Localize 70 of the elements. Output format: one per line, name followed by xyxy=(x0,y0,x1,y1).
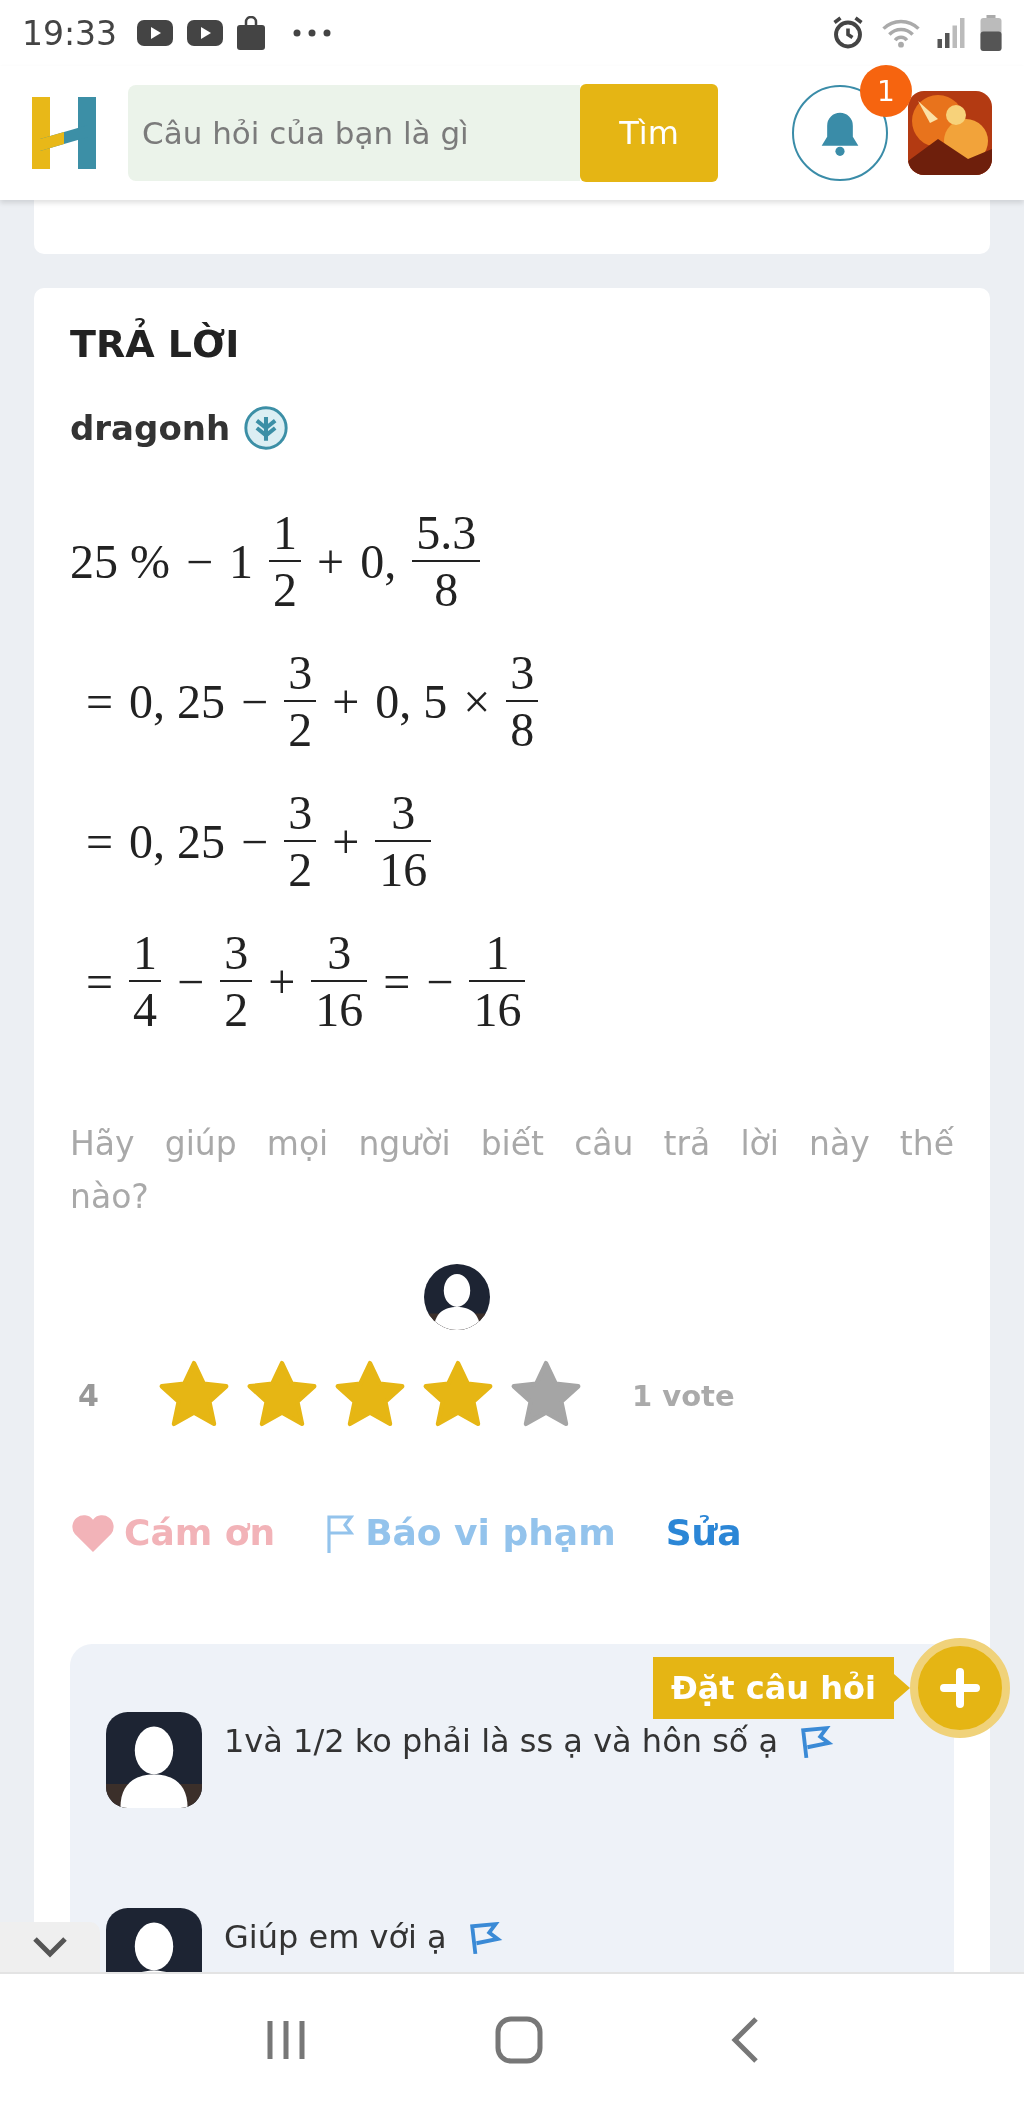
math-term: + xyxy=(332,813,360,869)
notification-badge: 1 xyxy=(860,65,912,117)
numerator: 3 xyxy=(326,924,353,980)
numerator: 3 xyxy=(509,644,536,700)
math-term: = xyxy=(86,813,114,869)
math-term: − xyxy=(426,953,454,1009)
home-icon xyxy=(495,2016,543,2064)
math-term: − xyxy=(241,673,269,729)
vote-count: 1 vote xyxy=(632,1378,735,1413)
more-icon xyxy=(293,29,332,37)
numerator: 3 xyxy=(287,644,314,700)
author-name[interactable]: dragonh xyxy=(70,408,231,448)
math-term: 0, 25 xyxy=(129,813,226,869)
denominator: 16 xyxy=(472,982,523,1038)
denominator: 4 xyxy=(132,982,159,1038)
report-flag-icon[interactable] xyxy=(468,1921,503,1956)
math-term: + xyxy=(332,673,360,729)
math-term: 0, 25 xyxy=(129,673,226,729)
denominator: 8 xyxy=(509,702,536,758)
logo-icon[interactable] xyxy=(32,95,96,171)
search-button[interactable]: Tìm xyxy=(580,84,718,182)
wifi-icon xyxy=(880,17,922,49)
ask-question-button[interactable]: Đặt câu hỏi xyxy=(652,1657,910,1719)
denominator: 2 xyxy=(223,982,250,1038)
math-term: × xyxy=(463,673,491,729)
denominator: 16 xyxy=(378,842,429,898)
rank-badge-icon xyxy=(244,406,289,450)
numerator: 5.3 xyxy=(415,504,478,560)
numerator: 3 xyxy=(390,784,417,840)
math-term: 25 % xyxy=(70,533,170,589)
denominator: 8 xyxy=(433,562,460,618)
math-term: + xyxy=(268,953,296,1009)
numerator: 3 xyxy=(287,784,314,840)
plus-icon xyxy=(940,1668,980,1708)
chevron-down-icon xyxy=(32,1936,68,1958)
search-field[interactable]: Câu hỏi của bạn là gì xyxy=(128,85,580,181)
math-term: + xyxy=(317,533,345,589)
signal-icon xyxy=(936,18,966,48)
numerator: 1 xyxy=(484,924,511,980)
rating-score: 4 xyxy=(77,1378,100,1414)
battery-icon xyxy=(980,15,1002,51)
numerator: 3 xyxy=(223,924,250,980)
back-icon xyxy=(730,2016,761,2064)
denominator: 16 xyxy=(314,982,365,1038)
math-term: − xyxy=(177,953,205,1009)
math-term: = xyxy=(86,673,114,729)
numerator: 1 xyxy=(132,924,159,980)
rating-prompt: Hãy giúp mọi người biết câu trả lời này thế nào? xyxy=(70,1123,954,1218)
math-term: = xyxy=(86,953,114,1009)
math-term: 0, 5 xyxy=(375,673,448,729)
math-term: − xyxy=(186,533,214,589)
comment-text: 1và 1/2 ko phải là ss ạ và hôn số ạ xyxy=(224,1721,779,1760)
video-app-icon xyxy=(187,20,224,46)
math-term: − xyxy=(241,813,269,869)
thank-link[interactable]: Cám ơn xyxy=(70,1511,276,1554)
collapse-button[interactable] xyxy=(0,1922,100,1972)
denominator: 2 xyxy=(287,702,314,758)
numerator: 1 xyxy=(272,504,299,560)
edit-link[interactable]: Sửa xyxy=(665,1512,742,1554)
math-term: 1 xyxy=(229,533,254,589)
report-flag-icon[interactable] xyxy=(800,1725,835,1760)
denominator: 2 xyxy=(287,842,314,898)
denominator: 2 xyxy=(272,562,299,618)
comment-text: Giúp em với ạ xyxy=(224,1917,447,1956)
video-app-icon xyxy=(137,20,174,46)
status-time: 19:33 xyxy=(22,13,118,53)
math-term: 0, xyxy=(360,533,397,589)
report-link[interactable]: Báo vi phạm xyxy=(325,1512,616,1554)
shopping-bag-icon xyxy=(237,16,266,50)
math-term: = xyxy=(383,953,411,1009)
